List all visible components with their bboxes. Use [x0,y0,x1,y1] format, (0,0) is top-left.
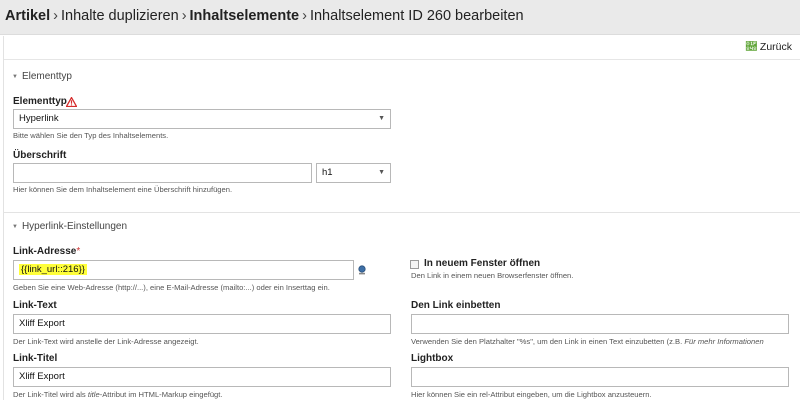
breadcrumb-item-duplicate[interactable]: Inhalte duplizieren [61,8,179,24]
back-button-label: Zurück [759,41,792,53]
breadcrumb-item-artikel[interactable]: Artikel [5,8,50,24]
url-label: Link-Adresse* [13,246,80,257]
breadcrumb-item-current: Inhaltselement ID 260 bearbeiten [309,8,524,24]
embed-label: Den Link einbetten [411,300,501,311]
caret-down-icon: ▼ [378,169,385,176]
url-input[interactable]: {{link_url::216}} [13,260,354,280]
link-title-help-attr: title [87,390,100,399]
embed-help-text: Verwenden Sie den Platzhalter "%s", um d… [411,337,683,346]
element-type-value: Hyperlink [19,113,59,124]
link-title-help-pre: Der Link-Titel wird als [13,390,86,399]
triangle-down-icon: ▼ [12,74,18,80]
link-title-label: Link-Titel [13,353,58,364]
link-title-help-post: -Attribut im HTML-Markup eingefügt. [99,390,223,399]
element-type-help: Bitte wählen Sie den Typ des Inhaltselem… [13,131,169,140]
url-value: {{link_url::216}} [19,264,87,275]
breadcrumb-separator: › [181,8,187,24]
legend-hyperlink[interactable]: ▼ Hyperlink-Einstellungen [12,221,127,232]
lightbox-label: Lightbox [411,353,454,364]
required-marker: * [76,246,81,257]
element-type-label: Elementtyp [13,96,67,107]
embed-input[interactable] [411,314,789,334]
headline-unit-value: h1 [322,167,333,178]
section-divider [3,212,800,213]
headline-input[interactable] [13,163,312,183]
headline-help: Hier können Sie dem Inhaltselement eine … [13,185,233,194]
target-checkbox[interactable] [410,260,419,269]
back-button[interactable]: 🡈 Zurück [746,41,792,53]
caret-down-icon: ▼ [378,115,385,122]
link-title-input[interactable]: Xliff Export [13,367,391,387]
lightbox-help: Hier können Sie ein rel-Attribut eingebe… [411,390,652,399]
embed-help: Verwenden Sie den Platzhalter "%s", um d… [411,337,764,346]
back-row: 🡈 Zurück [4,36,800,60]
target-label[interactable]: In neuem Fenster öffnen [424,258,540,269]
triangle-down-icon: ▼ [12,224,18,230]
url-help: Geben Sie eine Web-Adresse (http://...),… [13,283,330,292]
breadcrumb: Artikel › Inhalte duplizieren › Inhaltseleme… [5,8,524,24]
link-text-input[interactable]: Xliff Export [13,314,391,334]
arrow-left-icon: 🡈 [745,41,757,53]
target-help: Den Link in einem neuen Browserfenster ö… [411,271,574,280]
breadcrumb-separator: › [53,8,58,24]
legend-hyperlink-label: Hyperlink-Einstellungen [21,221,128,232]
lightbox-input[interactable] [411,367,789,387]
breadcrumb-item-content-elements[interactable]: Inhaltselemente [190,8,300,24]
headline-label: Überschrift [13,150,67,161]
headline-unit-select[interactable]: h1 ▼ [316,163,391,183]
warning-icon [66,97,77,107]
url-label-text: Link-Adresse [13,246,77,257]
link-title-help: Der Link-Titel wird als title-Attribut i… [13,390,223,399]
link-text-help: Der Link-Text wird anstelle der Link-Adr… [13,337,199,346]
breadcrumb-separator: › [302,8,307,24]
element-type-select[interactable]: Hyperlink ▼ [13,109,391,129]
legend-elementtyp-label: Elementtyp [21,71,72,82]
link-text-label: Link-Text [13,300,57,311]
embed-help-link: Für mehr Informationen [684,337,764,346]
pagepicker-icon[interactable] [357,265,367,275]
header-bar: Artikel › Inhalte duplizieren › Inhaltseleme… [0,0,800,35]
legend-elementtyp[interactable]: ▼ Elementtyp [12,71,72,82]
